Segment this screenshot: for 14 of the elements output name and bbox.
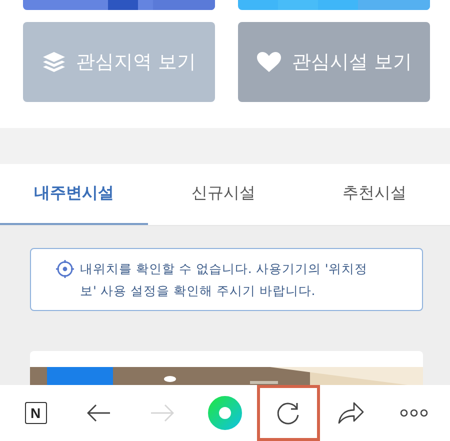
notice-text: 내위치를 확인할 수 없습니다. 사용기기의 '위치정보' 사용 설정을 확인해 주시기 바랍니다. bbox=[80, 260, 368, 300]
toolbar-button[interactable]: N bbox=[4, 385, 68, 441]
toolbar-button[interactable] bbox=[256, 385, 320, 441]
facility-card[interactable] bbox=[30, 351, 423, 385]
logo-icon: N bbox=[24, 402, 47, 424]
ring-icon bbox=[208, 396, 242, 430]
more-icon bbox=[400, 409, 428, 417]
location-target-icon bbox=[56, 260, 74, 278]
back-arrow-icon bbox=[86, 404, 111, 422]
layers-icon bbox=[42, 51, 66, 73]
share-icon bbox=[338, 402, 364, 424]
refresh-icon bbox=[275, 400, 302, 426]
forward-arrow-icon bbox=[150, 404, 174, 422]
heart-icon bbox=[256, 51, 282, 73]
